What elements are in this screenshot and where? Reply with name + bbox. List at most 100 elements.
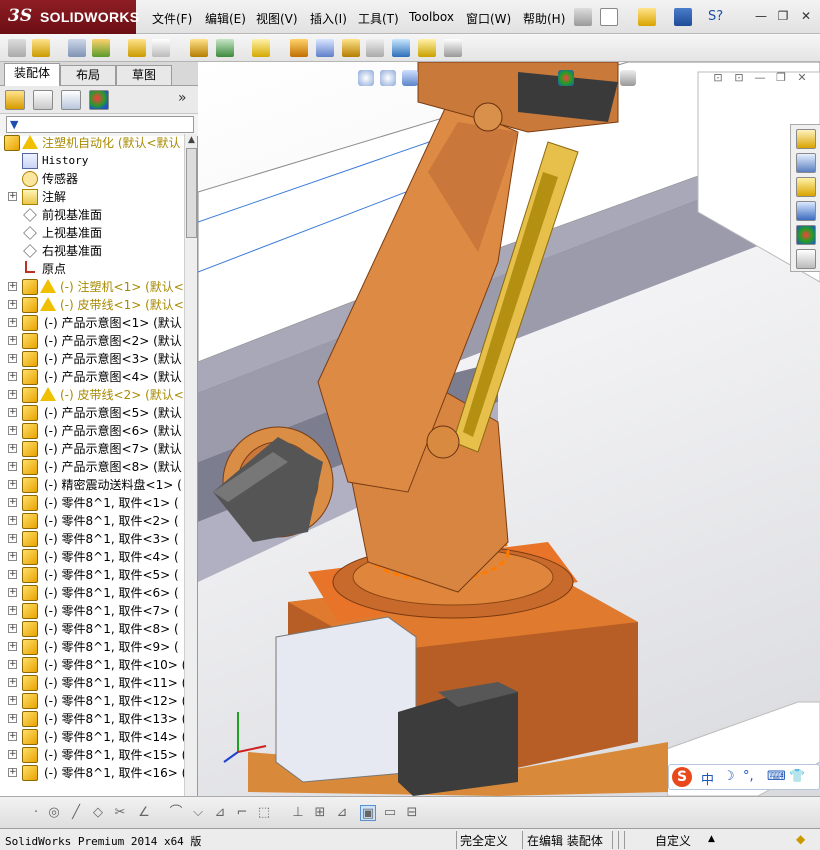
- expand-toggle-icon[interactable]: +: [8, 498, 17, 507]
- units-dropdown-icon[interactable]: ▲: [708, 834, 715, 844]
- tab-sketch[interactable]: 草图: [116, 65, 172, 85]
- tree-row[interactable]: + (-) 零件8^1, 取件<9> (: [0, 638, 184, 656]
- expand-toggle-icon[interactable]: +: [8, 426, 17, 435]
- zoom-area-icon[interactable]: [380, 70, 396, 86]
- expand-toggle-icon[interactable]: +: [8, 300, 17, 309]
- show-hidden-icon[interactable]: [152, 39, 170, 57]
- assembly-features-icon[interactable]: [190, 39, 208, 57]
- tree-row[interactable]: + (-) 零件8^1, 取件<4> (: [0, 548, 184, 566]
- tile-right-icon[interactable]: ⊡: [731, 71, 747, 85]
- pin-icon[interactable]: [574, 8, 592, 26]
- ime-language[interactable]: 中: [701, 769, 714, 788]
- vp-close-icon[interactable]: ✕: [794, 71, 810, 85]
- chamfer-icon[interactable]: ⌵: [190, 805, 206, 821]
- tree-row[interactable]: + (-) 零件8^1, 取件<14> (: [0, 728, 184, 746]
- expand-toggle-icon[interactable]: +: [8, 714, 17, 723]
- expand-toggle-icon[interactable]: +: [8, 192, 17, 201]
- tree-row[interactable]: + 注解: [0, 188, 184, 206]
- relation-icon[interactable]: ⊿: [334, 805, 350, 821]
- fillet-icon[interactable]: ⌒: [168, 805, 184, 821]
- instant3d-icon[interactable]: [418, 39, 436, 57]
- line-icon[interactable]: ╱: [68, 805, 84, 821]
- expand-toggle-icon[interactable]: +: [8, 660, 17, 669]
- keyboard-icon[interactable]: ⌨: [767, 769, 786, 784]
- corner-icon[interactable]: ⌐: [234, 805, 250, 821]
- restore-icon[interactable]: ❐: [774, 8, 792, 24]
- feature-manager-icon[interactable]: [5, 90, 25, 110]
- speedpak-icon[interactable]: [444, 39, 462, 57]
- tree-row[interactable]: + (-) 零件8^1, 取件<1> (: [0, 494, 184, 512]
- tree-scrollbar[interactable]: ▲ ▼: [184, 134, 197, 828]
- exploded-view-icon[interactable]: [316, 39, 334, 57]
- scroll-up-icon[interactable]: ▲: [185, 134, 198, 147]
- expand-toggle-icon[interactable]: +: [8, 462, 17, 471]
- moon-icon[interactable]: ☽: [723, 769, 735, 784]
- expand-toggle-icon[interactable]: +: [8, 732, 17, 741]
- tree-row[interactable]: 上视基准面: [0, 224, 184, 242]
- tab-layout[interactable]: 布局: [60, 65, 116, 85]
- graphics-viewport[interactable]: ⊡ ⊡ — ❐ ✕: [198, 62, 820, 796]
- point-icon[interactable]: ·: [28, 805, 44, 821]
- expand-toggle-icon[interactable]: +: [8, 408, 17, 417]
- angle-icon[interactable]: ∠: [136, 805, 152, 821]
- solidworks-resources-icon[interactable]: [796, 129, 816, 149]
- clearance-icon[interactable]: [366, 39, 384, 57]
- tree-row[interactable]: 前视基准面: [0, 206, 184, 224]
- tree-row[interactable]: 注塑机自动化 (默认<默认: [0, 134, 184, 152]
- tree-row[interactable]: + (-) 零件8^1, 取件<16> (: [0, 764, 184, 782]
- help-search[interactable]: S?: [708, 9, 723, 24]
- expand-toggle-icon[interactable]: +: [8, 534, 17, 543]
- appearances-scenes-icon[interactable]: [796, 225, 816, 245]
- expand-toggle-icon[interactable]: +: [8, 588, 17, 597]
- tree-row[interactable]: 传感器: [0, 170, 184, 188]
- vp-minimize-icon[interactable]: —: [752, 71, 768, 85]
- expand-toggle-icon[interactable]: +: [8, 570, 17, 579]
- expand-toggle-icon[interactable]: +: [8, 606, 17, 615]
- tree-row[interactable]: + (-) 零件8^1, 取件<15> (: [0, 746, 184, 764]
- tree-row[interactable]: 右视基准面: [0, 242, 184, 260]
- tree-row[interactable]: + (-) 零件8^1, 取件<12> (: [0, 692, 184, 710]
- menu-window[interactable]: 窗口(W): [466, 10, 511, 27]
- expand-toggle-icon[interactable]: +: [8, 768, 17, 777]
- sogou-logo[interactable]: S: [672, 767, 692, 787]
- mate-icon[interactable]: [32, 39, 50, 57]
- view-cube-icon[interactable]: ▣: [360, 805, 376, 821]
- view-palette-icon[interactable]: [796, 201, 816, 221]
- tree-row[interactable]: + (-) 零件8^1, 取件<10> (: [0, 656, 184, 674]
- tree-row[interactable]: + (-) 产品示意图<6> (默认: [0, 422, 184, 440]
- paperclip-icon[interactable]: [68, 39, 86, 57]
- scroll-thumb[interactable]: [186, 148, 197, 238]
- expand-toggle-icon[interactable]: +: [8, 624, 17, 633]
- tree-row[interactable]: + (-) 产品示意图<5> (默认: [0, 404, 184, 422]
- vp-restore-icon[interactable]: ❐: [773, 71, 789, 85]
- expand-toggle-icon[interactable]: +: [8, 696, 17, 705]
- expand-toggle-icon[interactable]: +: [8, 678, 17, 687]
- move-component-icon[interactable]: [128, 39, 146, 57]
- open-folder-icon[interactable]: [638, 8, 656, 26]
- tree-row[interactable]: + (-) 皮带线<2> (默认<: [0, 386, 184, 404]
- close-icon[interactable]: ✕: [797, 8, 815, 24]
- tree-row[interactable]: + (-) 产品示意图<8> (默认: [0, 458, 184, 476]
- expand-toggle-icon[interactable]: +: [8, 552, 17, 561]
- expand-toggle-icon[interactable]: +: [8, 390, 17, 399]
- view-settings-icon[interactable]: [620, 70, 636, 86]
- menu-help[interactable]: 帮助(H): [523, 10, 565, 27]
- expand-toggle-icon[interactable]: +: [8, 282, 17, 291]
- trim-icon[interactable]: ✂: [112, 805, 128, 821]
- tree-row[interactable]: + (-) 零件8^1, 取件<8> (: [0, 620, 184, 638]
- tab-assembly[interactable]: 装配体: [4, 63, 60, 86]
- expand-toggle-icon[interactable]: +: [8, 516, 17, 525]
- tree-row[interactable]: + (-) 产品示意图<3> (默认: [0, 350, 184, 368]
- display-style-icon[interactable]: ⊟: [404, 805, 420, 821]
- grid-icon[interactable]: ⊞: [312, 805, 328, 821]
- bill-of-materials-icon[interactable]: [290, 39, 308, 57]
- reference-geometry-icon[interactable]: [216, 39, 234, 57]
- section-view-icon[interactable]: ▭: [382, 805, 398, 821]
- tree-row[interactable]: History: [0, 152, 184, 170]
- display-manager-icon[interactable]: [89, 90, 109, 110]
- tree-row[interactable]: + (-) 零件8^1, 取件<13> (: [0, 710, 184, 728]
- custom-properties-icon[interactable]: [796, 249, 816, 269]
- tag-icon[interactable]: ◆: [796, 832, 805, 846]
- dimension-icon[interactable]: ⊥: [290, 805, 306, 821]
- save-icon[interactable]: [674, 8, 692, 26]
